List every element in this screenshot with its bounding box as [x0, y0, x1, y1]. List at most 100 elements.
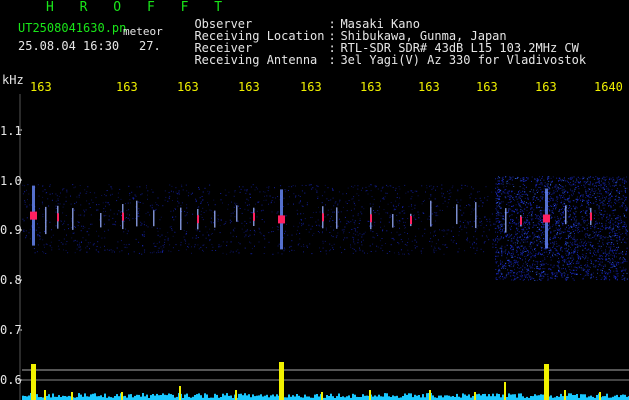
noise-pixel — [556, 274, 558, 276]
noise-pixel — [383, 209, 385, 211]
noise-pixel — [403, 212, 405, 214]
noise-pixel — [522, 187, 524, 189]
noise-pixel — [435, 213, 437, 215]
noise-pixel — [624, 227, 626, 229]
noise-pixel — [227, 204, 229, 206]
noise-pixel — [624, 189, 626, 191]
noise-pixel — [541, 247, 543, 248]
noise-pixel — [554, 230, 556, 232]
noise-pixel — [214, 204, 216, 206]
noise-pixel — [601, 201, 603, 203]
noise-pixel — [207, 190, 209, 192]
y-tick-label: 0.9 — [0, 223, 22, 237]
noise-pixel — [525, 258, 526, 260]
noise-pixel — [614, 256, 615, 258]
noise-pixel — [621, 276, 623, 278]
noise-pixel — [535, 186, 537, 188]
noise-pixel — [626, 187, 628, 189]
noise-pixel — [85, 247, 87, 249]
noise-pixel — [608, 258, 610, 260]
noise-pixel — [539, 206, 541, 208]
noise-pixel — [549, 250, 551, 252]
noise-pixel — [446, 206, 448, 208]
noise-pixel — [577, 257, 579, 259]
noise-pixel — [421, 185, 423, 187]
noise-pixel — [605, 236, 607, 238]
noise-pixel — [581, 185, 582, 186]
noise-pixel — [202, 249, 204, 251]
noise-pixel — [608, 184, 610, 186]
noise-pixel — [395, 187, 397, 189]
level-bar — [262, 396, 264, 400]
noise-pixel — [98, 204, 100, 205]
noise-pixel — [511, 177, 513, 179]
noise-pixel — [619, 266, 621, 268]
noise-pixel — [589, 238, 591, 239]
noise-pixel — [476, 247, 478, 249]
noise-pixel — [477, 225, 479, 227]
noise-pixel — [616, 233, 618, 234]
noise-pixel — [539, 230, 541, 232]
noise-pixel — [325, 204, 326, 206]
noise-pixel — [229, 219, 231, 221]
noise-pixel — [457, 251, 459, 253]
noise-pixel — [535, 218, 537, 219]
noise-pixel — [599, 222, 600, 224]
noise-pixel — [580, 211, 582, 213]
noise-pixel — [558, 220, 560, 222]
noise-pixel — [324, 240, 326, 242]
noise-pixel — [586, 249, 588, 251]
noise-pixel — [204, 187, 206, 189]
noise-pixel — [405, 226, 406, 228]
noise-pixel — [352, 186, 354, 188]
noise-pixel — [601, 223, 603, 225]
noise-pixel — [343, 239, 344, 241]
level-bar — [408, 393, 410, 400]
noise-pixel — [167, 200, 169, 202]
noise-pixel — [330, 249, 331, 251]
noise-pixel — [613, 231, 615, 232]
noise-pixel — [568, 205, 570, 206]
noise-pixel — [429, 219, 431, 221]
noise-pixel — [622, 233, 624, 234]
noise-pixel — [578, 193, 580, 194]
noise-pixel — [565, 259, 567, 260]
noise-pixel — [516, 223, 518, 225]
noise-pixel — [620, 219, 622, 221]
noise-pixel — [496, 252, 498, 254]
noise-pixel — [203, 212, 205, 213]
noise-pixel — [218, 244, 220, 246]
noise-pixel — [563, 274, 565, 276]
noise-pixel — [249, 194, 251, 195]
noise-pixel — [340, 221, 342, 223]
noise-pixel — [501, 177, 503, 179]
noise-pixel — [498, 180, 500, 182]
noise-pixel — [103, 215, 105, 217]
noise-pixel — [525, 261, 527, 263]
level-bar — [264, 395, 266, 400]
noise-pixel — [599, 181, 600, 183]
noise-pixel — [160, 251, 162, 253]
noise-pixel — [619, 198, 621, 200]
noise-pixel — [562, 212, 564, 214]
level-bar — [78, 393, 80, 400]
noise-pixel — [600, 193, 602, 195]
noise-pixel — [588, 235, 590, 237]
noise-pixel — [431, 188, 433, 190]
level-bar — [342, 396, 344, 400]
level-bar — [534, 394, 536, 400]
noise-pixel — [536, 271, 538, 273]
noise-pixel — [80, 230, 82, 232]
noise-pixel — [608, 222, 610, 224]
noise-pixel — [602, 214, 604, 216]
noise-pixel — [573, 190, 575, 192]
noise-pixel — [289, 250, 290, 252]
noise-pixel — [421, 203, 423, 205]
noise-pixel — [329, 218, 331, 220]
noise-pixel — [528, 212, 530, 214]
noise-pixel — [178, 202, 180, 204]
noise-pixel — [34, 252, 36, 254]
noise-pixel — [587, 195, 589, 197]
noise-pixel — [537, 199, 539, 201]
noise-pixel — [80, 204, 82, 206]
